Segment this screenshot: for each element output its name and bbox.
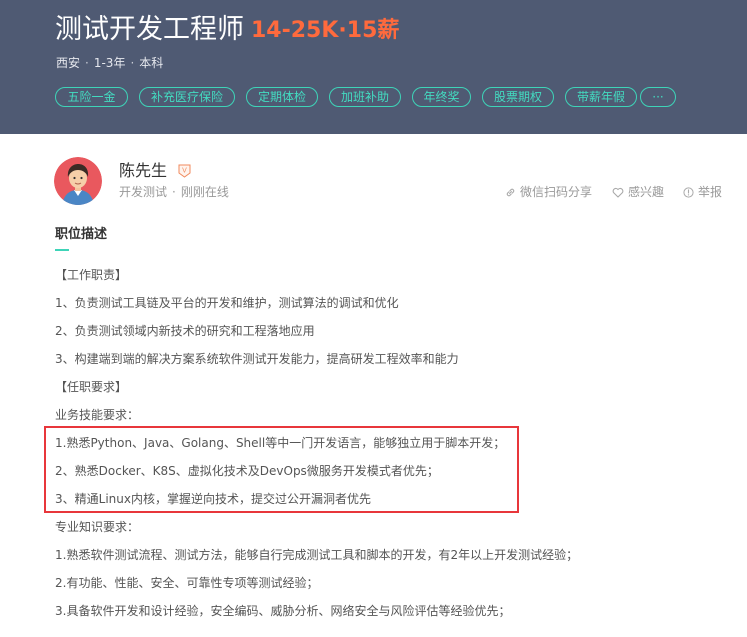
benefit-tag: 五险一金	[55, 87, 128, 107]
description-line: 【任职要求】	[55, 380, 128, 394]
benefit-tag: 定期体检	[246, 87, 318, 107]
description-line: 3、构建端到端的解决方案系统软件测试开发能力，提高研发工程效率和能力	[55, 352, 459, 366]
heart-icon	[612, 187, 624, 198]
verified-badge-icon: V	[178, 164, 191, 178]
job-education: 本科	[139, 56, 164, 70]
benefit-tag: 带薪年假	[565, 87, 637, 107]
link-icon	[506, 188, 515, 196]
description-line: 1.熟悉软件测试流程、测试方法，能够自行完成测试工具和脚本的开发，有2年以上开发…	[55, 548, 579, 562]
interest-label: 感兴趣	[628, 185, 665, 199]
benefit-tag: 补充医疗保险	[139, 87, 235, 107]
job-experience: 1-3年	[93, 56, 126, 70]
share-label: 微信扫码分享	[520, 185, 593, 199]
description-line: 专业知识要求：	[55, 520, 140, 534]
job-title: 测试开发工程师	[55, 14, 244, 45]
recruiter-role: 开发测试	[119, 185, 168, 199]
description-line: 2、负责测试领域内新技术的研究和工程落地应用	[55, 324, 315, 338]
job-city: 西安	[56, 56, 81, 70]
description-line: 业务技能要求：	[55, 408, 140, 422]
description-line: 【工作职责】	[55, 268, 128, 282]
benefit-tag: 加班补助	[329, 87, 401, 107]
description-line: 2.有功能、性能、安全、可靠性专项等测试经验；	[55, 576, 319, 590]
avatar-illustration	[54, 157, 102, 205]
benefit-tag: 年终奖	[412, 87, 471, 107]
section-title: 职位描述	[55, 227, 108, 242]
benefit-tag: 股票期权	[482, 87, 554, 107]
job-salary: 14-25K·15薪	[251, 18, 400, 43]
recruiter-meta: 开发测试 · 刚刚在线	[119, 184, 229, 200]
description-line: 3.具备软件开发和设计经验，安全编码、威胁分析、网络安全与风险评估等经验优先；	[55, 604, 511, 618]
meta-separator: ·	[130, 56, 135, 70]
section-underline	[55, 249, 69, 251]
wechat-share-button[interactable]: 微信扫码分享	[505, 184, 592, 200]
recruiter-name: 陈先生	[119, 161, 168, 180]
report-label: 举报	[698, 185, 723, 199]
report-button[interactable]: 举报	[683, 184, 722, 200]
more-tags-button[interactable]: ···	[640, 87, 676, 107]
meta-separator: ·	[85, 56, 89, 70]
highlight-annotation-box	[44, 426, 519, 513]
meta-separator: ·	[172, 185, 176, 199]
job-meta: 西安 · 1-3年 · 本科	[56, 55, 163, 71]
description-line: 1、负责测试工具链及平台的开发和维护，测试算法的调试和优化	[55, 296, 399, 310]
warning-icon	[683, 186, 694, 198]
interest-button[interactable]: 感兴趣	[612, 184, 664, 200]
recruiter-avatar[interactable]	[54, 157, 102, 205]
recruiter-status: 刚刚在线	[180, 185, 229, 199]
job-header: 测试开发工程师 14-25K·15薪 西安 · 1-3年 · 本科 五险一金 补充医疗保…	[0, 0, 747, 134]
verified-badge-label: V	[182, 168, 187, 175]
